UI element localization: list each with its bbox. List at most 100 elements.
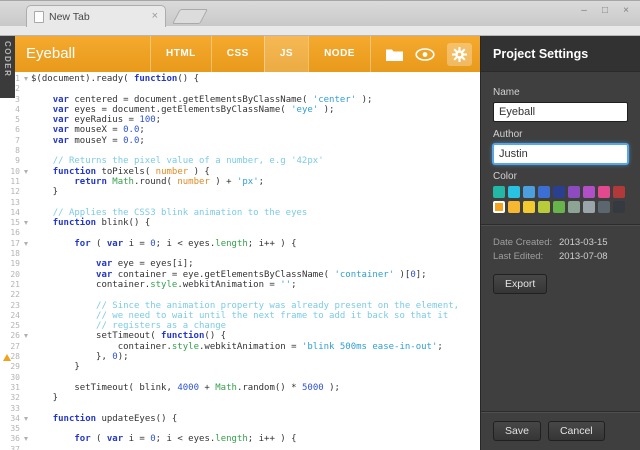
fold-marker-icon[interactable] bbox=[24, 170, 28, 174]
code-line-29[interactable]: 29 } bbox=[0, 362, 480, 372]
code-line-12[interactable]: 12 } bbox=[0, 187, 480, 197]
author-field[interactable] bbox=[493, 144, 628, 164]
color-swatch-14[interactable] bbox=[568, 201, 580, 213]
color-swatch-13[interactable] bbox=[553, 201, 565, 213]
browser-chrome: New Tab × – □ × bbox=[0, 0, 640, 36]
color-swatch-6[interactable] bbox=[583, 186, 595, 198]
cancel-button[interactable]: Cancel bbox=[548, 421, 605, 441]
fold-marker-icon[interactable] bbox=[24, 334, 28, 338]
code-line-31[interactable]: 31 setTimeout( blink, 4000 + Math.random… bbox=[0, 383, 480, 393]
code-line-8[interactable]: 8 bbox=[0, 146, 480, 156]
color-swatch-11[interactable] bbox=[523, 201, 535, 213]
code-line-4[interactable]: 4 var eyes = document.getElementsByClass… bbox=[0, 105, 480, 115]
color-swatch-2[interactable] bbox=[523, 186, 535, 198]
name-field[interactable] bbox=[493, 102, 628, 122]
header-tabs: HTMLCSSJSNODE bbox=[150, 36, 371, 72]
code-line-19[interactable]: 19 var eye = eyes[i]; bbox=[0, 259, 480, 269]
eye-icon[interactable] bbox=[415, 48, 435, 61]
color-swatch-5[interactable] bbox=[568, 186, 580, 198]
code-line-6[interactable]: 6 var mouseX = 0.0; bbox=[0, 125, 480, 135]
code-line-24[interactable]: 24 // we need to wait until the next fra… bbox=[0, 311, 480, 321]
code-line-7[interactable]: 7 var mouseY = 0.0; bbox=[0, 136, 480, 146]
code-line-13[interactable]: 13 bbox=[0, 198, 480, 208]
color-swatch-16[interactable] bbox=[598, 201, 610, 213]
save-button[interactable]: Save bbox=[493, 421, 541, 441]
color-swatch-17[interactable] bbox=[613, 201, 625, 213]
fold-gutter bbox=[24, 342, 31, 352]
code-line-36[interactable]: 36 for ( var i = 0; i < eyes.length; i++… bbox=[0, 434, 480, 444]
date-created-row: Date Created: 2013-03-15 bbox=[493, 237, 628, 248]
code-line-1[interactable]: 1$(document).ready( function() { bbox=[0, 74, 480, 84]
code-line-32[interactable]: 32 } bbox=[0, 393, 480, 403]
fold-gutter bbox=[24, 404, 31, 414]
window-close-button[interactable]: × bbox=[620, 5, 632, 16]
fold-gutter bbox=[24, 321, 31, 331]
fold-marker-icon[interactable] bbox=[24, 417, 28, 421]
code-line-37[interactable]: 37 bbox=[0, 445, 480, 450]
fold-gutter bbox=[24, 259, 31, 269]
color-swatch-4[interactable] bbox=[553, 186, 565, 198]
code-line-30[interactable]: 30 bbox=[0, 373, 480, 383]
code-line-33[interactable]: 33 bbox=[0, 404, 480, 414]
fold-gutter bbox=[24, 383, 31, 393]
color-swatch-9[interactable] bbox=[493, 201, 505, 213]
settings-gear-icon[interactable] bbox=[447, 43, 472, 66]
color-swatch-15[interactable] bbox=[583, 201, 595, 213]
code-line-14[interactable]: 14 // Applies the CSS3 blink animation t… bbox=[0, 208, 480, 218]
color-swatch-3[interactable] bbox=[538, 186, 550, 198]
fold-marker-icon[interactable] bbox=[24, 437, 28, 441]
code-line-21[interactable]: 21 container.style.webkitAnimation = ''; bbox=[0, 280, 480, 290]
color-swatch-1[interactable] bbox=[508, 186, 520, 198]
color-swatch-0[interactable] bbox=[493, 186, 505, 198]
code-lines: 1$(document).ready( function() {23 var c… bbox=[0, 74, 480, 450]
code-line-28[interactable]: 28 }, 0); bbox=[0, 352, 480, 362]
code-line-34[interactable]: 34 function updateEyes() { bbox=[0, 414, 480, 424]
tab-css[interactable]: CSS bbox=[211, 36, 264, 72]
code-line-15[interactable]: 15 function blink() { bbox=[0, 218, 480, 228]
code-line-10[interactable]: 10 function toPixels( number ) { bbox=[0, 167, 480, 177]
color-swatch-10[interactable] bbox=[508, 201, 520, 213]
new-tab-button[interactable] bbox=[172, 9, 208, 24]
code-editor[interactable]: 1$(document).ready( function() {23 var c… bbox=[0, 72, 480, 450]
fold-marker-icon[interactable] bbox=[24, 77, 28, 81]
code-text: container.style.webkitAnimation = 'blink… bbox=[31, 342, 443, 352]
folder-icon[interactable] bbox=[386, 48, 403, 61]
code-line-27[interactable]: 27 container.style.webkitAnimation = 'bl… bbox=[0, 342, 480, 352]
code-text: setTimeout( function() { bbox=[31, 331, 226, 341]
code-line-5[interactable]: 5 var eyeRadius = 100; bbox=[0, 115, 480, 125]
line-number: 21 bbox=[0, 280, 24, 290]
tab-close-icon[interactable]: × bbox=[152, 11, 158, 22]
code-line-35[interactable]: 35 bbox=[0, 424, 480, 434]
color-swatch-7[interactable] bbox=[598, 186, 610, 198]
tab-js[interactable]: JS bbox=[264, 36, 308, 72]
window-maximize-button[interactable]: □ bbox=[599, 5, 611, 16]
export-button[interactable]: Export bbox=[493, 274, 547, 294]
window-minimize-button[interactable]: – bbox=[578, 5, 590, 16]
code-line-25[interactable]: 25 // registers as a change bbox=[0, 321, 480, 331]
code-line-3[interactable]: 3 var centered = document.getElementsByC… bbox=[0, 95, 480, 105]
code-line-20[interactable]: 20 var container = eye.getElementsByClas… bbox=[0, 270, 480, 280]
code-text: for ( var i = 0; i < eyes.length; i++ ) … bbox=[31, 239, 297, 249]
color-swatch-12[interactable] bbox=[538, 201, 550, 213]
code-line-18[interactable]: 18 bbox=[0, 249, 480, 259]
code-line-17[interactable]: 17 for ( var i = 0; i < eyes.length; i++… bbox=[0, 239, 480, 249]
line-number: 34 bbox=[0, 414, 24, 424]
fold-gutter bbox=[24, 156, 31, 166]
code-line-11[interactable]: 11 return Math.round( number ) + 'px'; bbox=[0, 177, 480, 187]
color-swatch-8[interactable] bbox=[613, 186, 625, 198]
code-line-9[interactable]: 9 // Returns the pixel value of a number… bbox=[0, 156, 480, 166]
browser-tab[interactable]: New Tab × bbox=[26, 5, 166, 27]
fold-marker-icon[interactable] bbox=[24, 242, 28, 246]
line-number: 32 bbox=[0, 393, 24, 403]
code-line-23[interactable]: 23 // Since the animation property was a… bbox=[0, 301, 480, 311]
tab-html[interactable]: HTML bbox=[150, 36, 211, 72]
code-line-26[interactable]: 26 setTimeout( function() { bbox=[0, 331, 480, 341]
tab-node[interactable]: NODE bbox=[308, 36, 371, 72]
line-number: 36 bbox=[0, 434, 24, 444]
page-favicon-icon bbox=[34, 11, 44, 23]
code-line-2[interactable]: 2 bbox=[0, 84, 480, 94]
fold-marker-icon[interactable] bbox=[24, 221, 28, 225]
code-line-22[interactable]: 22 bbox=[0, 290, 480, 300]
code-line-16[interactable]: 16 bbox=[0, 228, 480, 238]
fold-gutter bbox=[24, 146, 31, 156]
